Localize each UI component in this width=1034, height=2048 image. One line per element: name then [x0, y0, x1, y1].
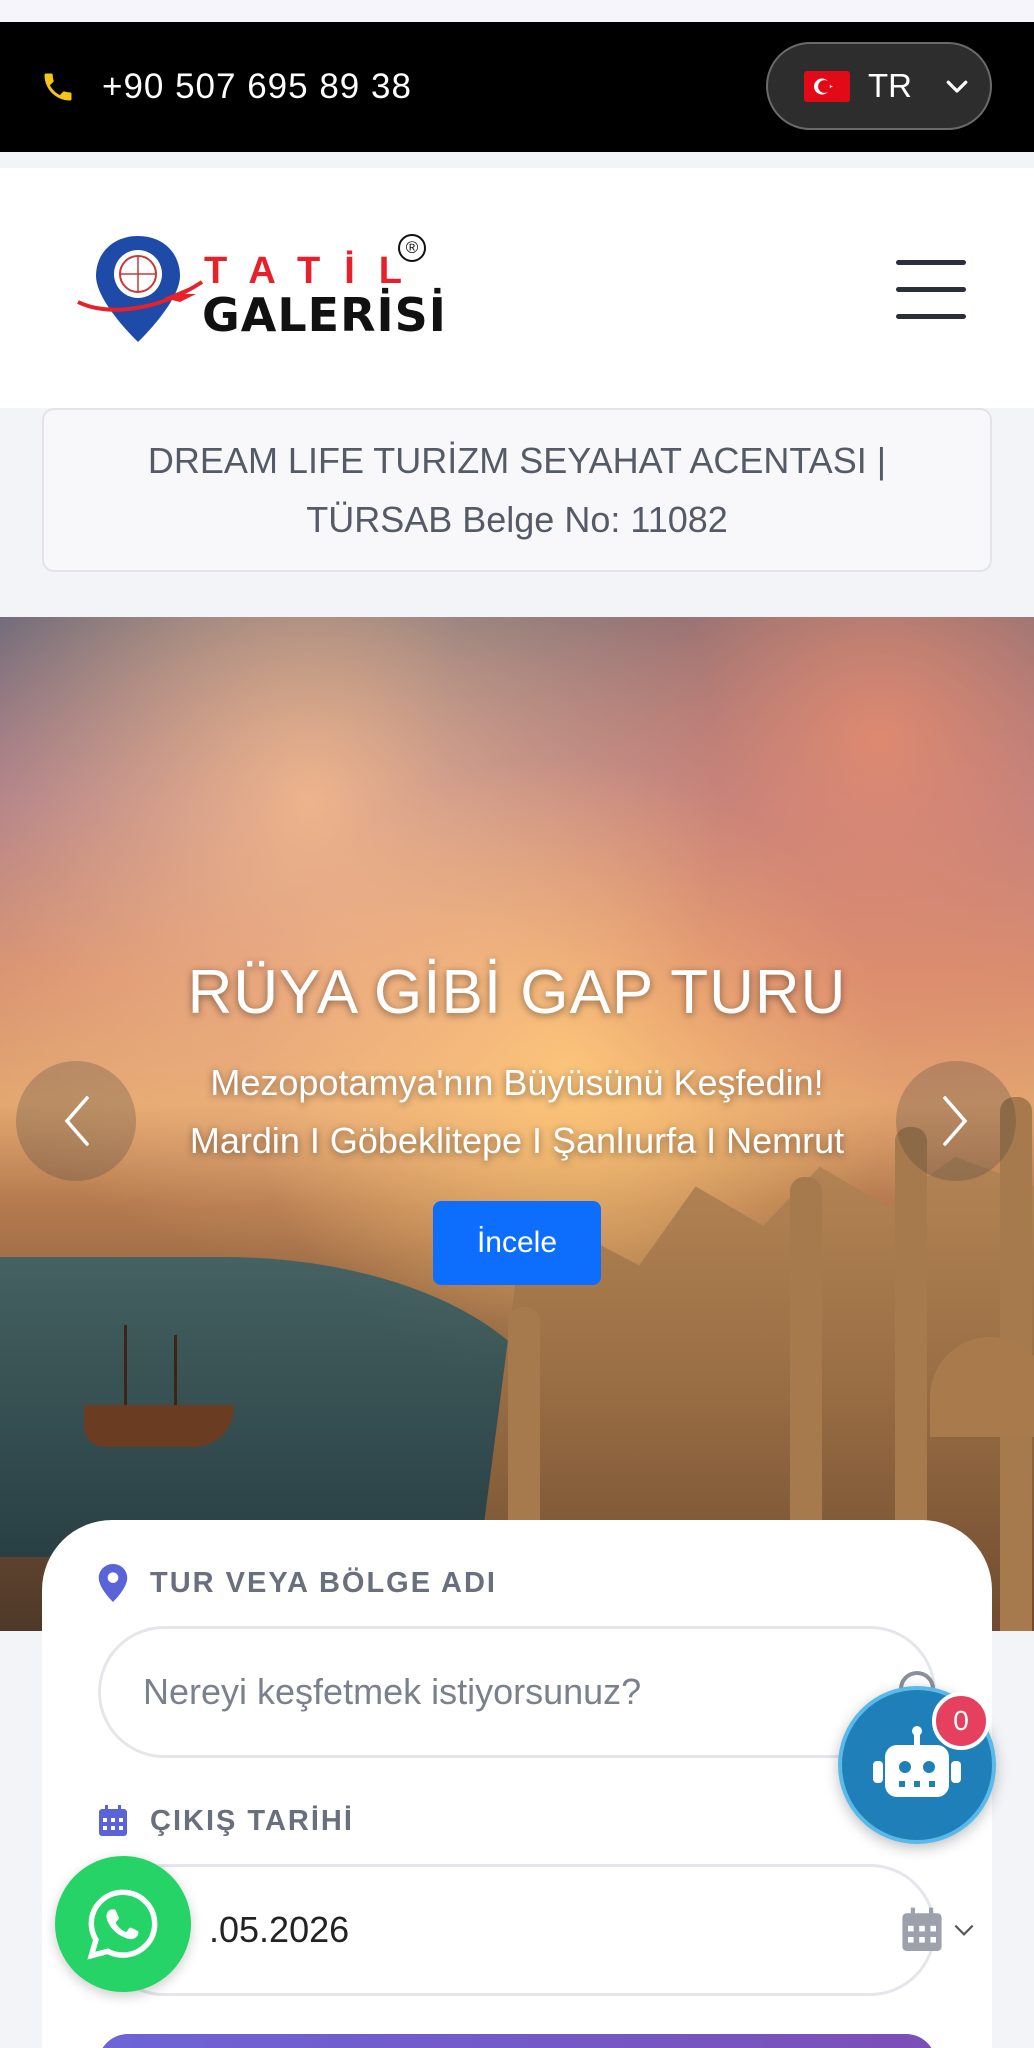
hero-slider: RÜYA GİBİ GAP TURU Mezopotamya'nın Büyüs… [0, 617, 1034, 1631]
language-code: TR [868, 67, 912, 104]
logo-word-galerisi: GALERİSİ [202, 288, 447, 342]
registered-mark: ® [398, 234, 426, 262]
hero-bg-boat [84, 1325, 234, 1447]
destination-label: TUR VEYA BÖLGE ADI [98, 1564, 497, 1602]
language-selector[interactable]: TR [766, 42, 992, 130]
turkey-flag-icon [804, 70, 850, 102]
hero-subtitle-line1: Mezopotamya'nın Büyüsünü Keşfedin! [210, 1062, 824, 1103]
chevron-down-icon [954, 1924, 974, 1936]
hero-title: RÜYA GİBİ GAP TURU [187, 958, 847, 1027]
phone-number: +90 507 695 89 38 [102, 67, 412, 106]
destination-placeholder: Nereyi keşfetmek istiyorsunuz? [143, 1671, 642, 1712]
search-submit-button[interactable] [98, 2034, 936, 2048]
slider-next-button[interactable] [896, 1061, 1016, 1181]
location-pin-icon [98, 1564, 128, 1602]
chevron-right-icon [943, 1096, 968, 1146]
chevron-down-icon [946, 80, 968, 93]
hero-subtitle: Mezopotamya'nın Büyüsünü Keşfedin! Mardi… [0, 1054, 1034, 1170]
phone-link[interactable]: +90 507 695 89 38 [40, 22, 412, 152]
chevron-left-icon [64, 1096, 89, 1146]
calendar-picker-icon[interactable] [901, 1907, 943, 1953]
hamburger-menu-icon[interactable] [896, 260, 966, 320]
whatsapp-icon [87, 1889, 158, 1960]
hero-subtitle-line2: Mardin I Göbeklitepe I Şanlıurfa I Nemru… [189, 1120, 845, 1161]
whatsapp-button[interactable] [55, 1856, 191, 1992]
site-header: TATİL GALERİSİ ® [0, 168, 1034, 408]
calendar-icon [99, 1805, 127, 1836]
phone-icon [44, 73, 72, 101]
site-logo[interactable]: TATİL GALERİSİ ® [76, 232, 446, 352]
hero-cta-button[interactable]: İncele [433, 1201, 601, 1285]
status-strip [0, 0, 1034, 22]
departure-date-label-text: ÇIKIŞ TARİHİ [150, 1804, 354, 1837]
destination-label-text: TUR VEYA BÖLGE ADI [150, 1566, 497, 1599]
hero-caption: RÜYA GİBİ GAP TURU Mezopotamya'nın Büyüs… [0, 957, 1034, 1170]
slider-prev-button[interactable] [16, 1061, 136, 1181]
departure-date-input[interactable]: .05.2026 [98, 1864, 974, 1996]
logo-word-tatil: TATİL [204, 250, 426, 292]
destination-input[interactable]: Nereyi keşfetmek istiyorsunuz? [98, 1626, 936, 1758]
chatbot-unread-badge: 0 [932, 1692, 990, 1750]
top-bar: +90 507 695 89 38 TR [0, 22, 1034, 152]
departure-date-label: ÇIKIŞ TARİHİ [98, 1802, 354, 1840]
license-notice: DREAM LIFE TURİZM SEYAHAT ACENTASI | TÜR… [42, 408, 992, 572]
map-pin-globe-icon [77, 236, 204, 342]
